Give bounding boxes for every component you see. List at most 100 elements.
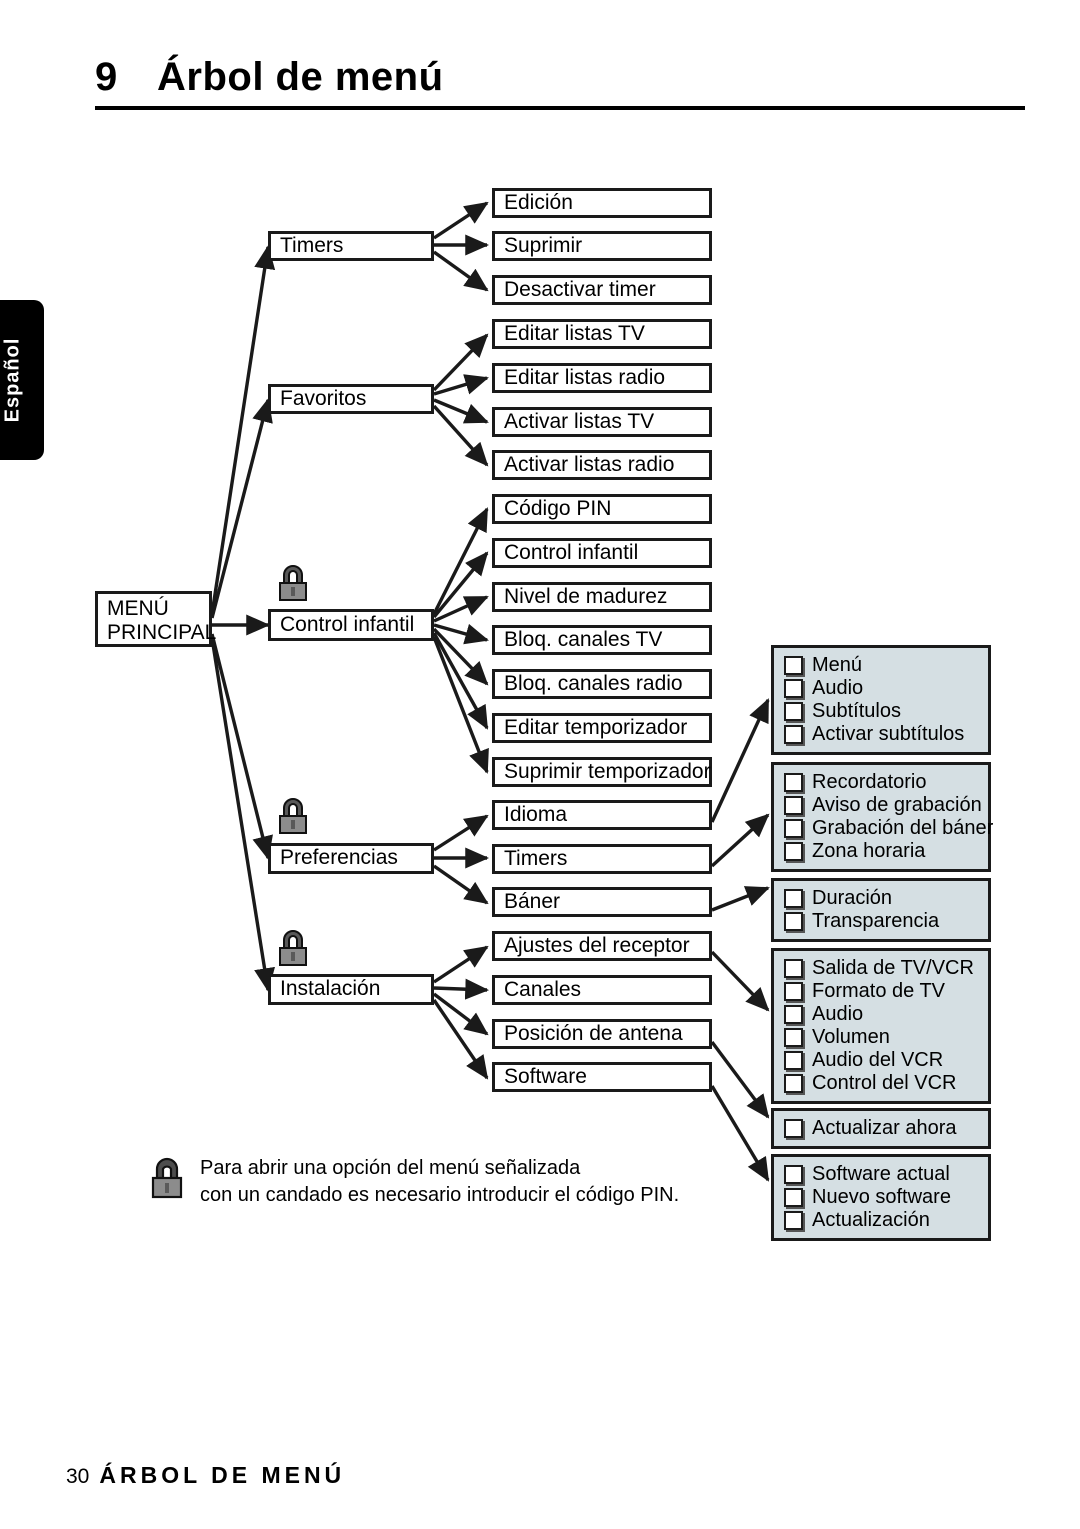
checkbox-icon[interactable]: [784, 888, 803, 908]
option-label: Menú: [812, 654, 863, 676]
group-idioma-options[interactable]: Menú Audio Subtítulos Activar subtítulos: [771, 645, 991, 755]
node-menu-principal[interactable]: MENÚ PRINCIPAL: [95, 591, 216, 647]
option-item[interactable]: Transparencia: [784, 911, 980, 931]
node-activar-listas-tv[interactable]: Activar listas TV: [492, 407, 712, 437]
node-idioma[interactable]: Idioma: [492, 800, 712, 830]
node-timers[interactable]: Timers: [268, 231, 434, 261]
checkbox-icon[interactable]: [784, 1004, 803, 1024]
node-bloq-canales-tv-label: Bloq. canales TV: [504, 627, 663, 651]
node-software[interactable]: Software: [492, 1062, 712, 1092]
checkbox-icon[interactable]: [784, 981, 803, 1001]
checkbox-icon[interactable]: [784, 841, 803, 861]
group-baner-options[interactable]: Duración Transparencia: [771, 878, 991, 942]
option-label: Audio: [812, 1003, 864, 1025]
checkbox-icon[interactable]: [784, 1164, 803, 1184]
node-preferencias-label: Preferencias: [280, 846, 398, 870]
option-item[interactable]: Aviso de grabación: [784, 794, 982, 816]
option-label: Nuevo software: [812, 1186, 951, 1208]
option-item[interactable]: Volumen: [784, 1027, 980, 1047]
checkbox-icon[interactable]: [784, 678, 803, 698]
node-activar-listas-radio-label: Activar listas radio: [504, 452, 675, 476]
node-menu-principal-line1: MENÚ: [107, 597, 169, 620]
checkbox-icon[interactable]: [784, 911, 803, 931]
group-software-options[interactable]: Software actual Nuevo software Actualiza…: [771, 1154, 991, 1241]
checkbox-icon[interactable]: [784, 1027, 803, 1047]
padlock-icon-control-infantil: [276, 565, 310, 603]
checkbox-icon[interactable]: [784, 795, 803, 815]
option-item[interactable]: Grabación del báner: [784, 818, 993, 838]
option-item[interactable]: Audio: [784, 1004, 980, 1024]
node-timers-label: Timers: [280, 233, 344, 257]
node-canales[interactable]: Canales: [492, 975, 712, 1005]
checkbox-icon[interactable]: [784, 724, 803, 744]
node-control-infantil-sub[interactable]: Control infantil: [492, 538, 712, 568]
node-desactivar-timer[interactable]: Desactivar timer: [492, 275, 712, 305]
node-editar-temporizador[interactable]: Editar temporizador: [492, 713, 712, 743]
node-activar-listas-radio[interactable]: Activar listas radio: [492, 450, 712, 480]
option-label: Actualizar ahora: [812, 1117, 957, 1139]
option-item[interactable]: Recordatorio: [784, 772, 980, 792]
checkbox-icon[interactable]: [784, 772, 803, 792]
checkbox-icon[interactable]: [784, 818, 803, 838]
checkbox-icon[interactable]: [784, 701, 803, 721]
option-item[interactable]: Control del VCR: [784, 1073, 980, 1093]
node-editar-listas-radio[interactable]: Editar listas radio: [492, 363, 712, 393]
node-instalacion[interactable]: Instalación: [268, 974, 434, 1005]
node-canales-label: Canales: [504, 977, 582, 1001]
group-timers-options[interactable]: Recordatorio Aviso de grabación Grabació…: [771, 762, 993, 872]
footnote-text: Para abrir una opción del menú señalizad…: [200, 1155, 679, 1209]
option-item[interactable]: Zona horaria: [784, 841, 980, 861]
node-edicion[interactable]: Edición: [492, 188, 712, 218]
checkbox-icon[interactable]: [784, 1187, 803, 1207]
option-item[interactable]: Software actual: [784, 1164, 980, 1184]
node-timers-pref[interactable]: Timers: [492, 844, 712, 874]
node-bloq-canales-radio[interactable]: Bloq. canales radio: [492, 669, 712, 699]
node-ajustes-del-receptor[interactable]: Ajustes del receptor: [492, 931, 712, 961]
node-instalacion-label: Instalación: [280, 977, 381, 1001]
node-bloq-canales-tv[interactable]: Bloq. canales TV: [492, 625, 712, 655]
node-baner-label: Báner: [504, 889, 561, 913]
option-label: Formato de TV: [812, 980, 946, 1002]
option-item[interactable]: Audio del VCR: [784, 1050, 980, 1070]
option-item[interactable]: Actualizar ahora: [784, 1118, 980, 1138]
checkbox-icon[interactable]: [784, 958, 803, 978]
node-control-infantil[interactable]: Control infantil: [268, 609, 434, 641]
group-antena-options[interactable]: Actualizar ahora: [771, 1108, 991, 1149]
checkbox-icon[interactable]: [784, 1073, 803, 1093]
node-baner[interactable]: Báner: [492, 887, 712, 917]
option-item[interactable]: Audio: [784, 678, 980, 698]
option-item[interactable]: Formato de TV: [784, 981, 980, 1001]
padlock-icon-footnote: [148, 1157, 186, 1201]
group-ajustes-options[interactable]: Salida de TV/VCR Formato de TV Audio Vol…: [771, 948, 991, 1104]
node-editar-listas-tv-label: Editar listas TV: [504, 321, 645, 345]
checkbox-icon[interactable]: [784, 1118, 803, 1138]
node-suprimir-temporizador[interactable]: Suprimir temporizador: [492, 757, 712, 787]
option-item[interactable]: Salida de TV/VCR: [784, 958, 980, 978]
option-label: Activar subtítulos: [812, 723, 965, 745]
node-nivel-de-madurez[interactable]: Nivel de madurez: [492, 582, 712, 612]
option-item[interactable]: Subtítulos: [784, 701, 980, 721]
node-activar-listas-tv-label: Activar listas TV: [504, 409, 655, 433]
option-item[interactable]: Activar subtítulos: [784, 724, 980, 744]
node-control-infantil-label: Control infantil: [280, 612, 415, 636]
checkbox-icon[interactable]: [784, 655, 803, 675]
option-item[interactable]: Menú: [784, 655, 980, 675]
node-nivel-de-madurez-label: Nivel de madurez: [504, 584, 668, 608]
footnote-line-2: con un candado es necesario introducir e…: [200, 1184, 680, 1206]
option-item[interactable]: Duración: [784, 888, 980, 908]
node-editar-temporizador-label: Editar temporizador: [504, 715, 688, 739]
node-codigo-pin[interactable]: Código PIN: [492, 494, 712, 524]
node-favoritos-label: Favoritos: [280, 386, 367, 410]
node-editar-listas-tv[interactable]: Editar listas TV: [492, 319, 712, 349]
option-item[interactable]: Nuevo software: [784, 1187, 980, 1207]
node-preferencias[interactable]: Preferencias: [268, 843, 434, 874]
footer-page-number: 30: [66, 1465, 90, 1488]
option-label: Aviso de grabación: [812, 794, 982, 816]
node-suprimir[interactable]: Suprimir: [492, 231, 712, 261]
node-timers-pref-label: Timers: [504, 846, 568, 870]
checkbox-icon[interactable]: [784, 1210, 803, 1230]
node-favoritos[interactable]: Favoritos: [268, 384, 434, 414]
checkbox-icon[interactable]: [784, 1050, 803, 1070]
option-item[interactable]: Actualización: [784, 1210, 980, 1230]
node-posicion-de-antena[interactable]: Posición de antena: [492, 1019, 712, 1049]
